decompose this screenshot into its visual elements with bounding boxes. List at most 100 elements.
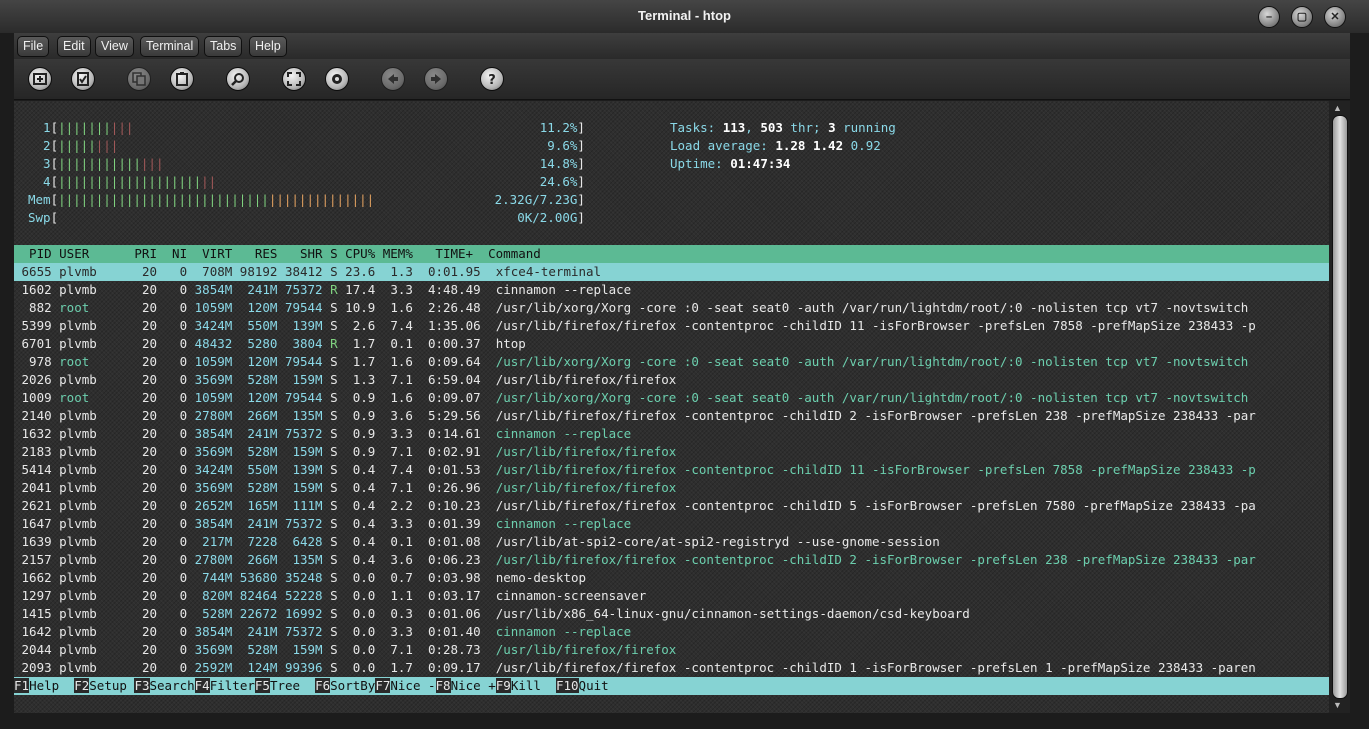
fkey-f2[interactable]: F2 <box>74 678 90 693</box>
process-row[interactable]: 2621 plvmb 20 0 2652M 165M 111M S 0.4 2.… <box>14 497 1329 515</box>
forward-icon[interactable] <box>424 67 448 91</box>
res-cell: 528M <box>239 480 285 495</box>
column-header[interactable]: PID USER PRI NI VIRT RES SHR S CPU% MEM%… <box>14 245 1329 263</box>
ni-cell: 0 <box>164 480 195 495</box>
window-titlebar: Terminal - htop – ▢ ✕ <box>0 0 1369 33</box>
search-icon[interactable] <box>226 67 250 91</box>
res-cell: 550M <box>239 318 285 333</box>
shr-cell: 79544 <box>284 300 331 315</box>
settings-icon[interactable] <box>325 67 349 91</box>
fkey-f6[interactable]: F6 <box>315 678 331 693</box>
virt-cell: 2780M <box>194 552 240 567</box>
mem-cell: 1.6 <box>382 300 421 315</box>
back-icon[interactable] <box>381 67 405 91</box>
res-cell: 241M <box>239 426 285 441</box>
process-row[interactable]: 1009 root 20 0 1059M 120M 79544 S 0.9 1.… <box>14 389 1329 407</box>
new-window-icon[interactable] <box>71 67 95 91</box>
menu-terminal[interactable]: Terminal <box>140 36 200 57</box>
pid-cell: 1647 <box>14 516 60 531</box>
virt-cell: 3854M <box>194 516 240 531</box>
state-cell: S <box>330 264 346 279</box>
pid-cell: 1297 <box>14 588 60 603</box>
scroll-up-icon[interactable]: ▲ <box>1333 103 1342 113</box>
process-row[interactable]: 2026 plvmb 20 0 3569M 528M 159M S 1.3 7.… <box>14 371 1329 389</box>
process-row[interactable]: 978 root 20 0 1059M 120M 79544 S 1.7 1.6… <box>14 353 1329 371</box>
fkey-label: SortBy <box>330 678 376 693</box>
process-row[interactable]: 2157 plvmb 20 0 2780M 266M 135M S 0.4 3.… <box>14 551 1329 569</box>
process-row[interactable]: 6701 plvmb 20 0 48432 5280 3804 R 1.7 0.… <box>14 335 1329 353</box>
process-row[interactable]: 1647 plvmb 20 0 3854M 241M 75372 S 0.4 3… <box>14 515 1329 533</box>
process-row[interactable]: 882 root 20 0 1059M 120M 79544 S 10.9 1.… <box>14 299 1329 317</box>
process-row[interactable]: 2044 plvmb 20 0 3569M 528M 159M S 0.0 7.… <box>14 641 1329 659</box>
fkey-f4[interactable]: F4 <box>194 678 210 693</box>
process-row[interactable]: 1415 plvmb 20 0 528M 22672 16992 S 0.0 0… <box>14 605 1329 623</box>
menu-help[interactable]: Help <box>249 36 287 57</box>
ni-cell: 0 <box>164 642 195 657</box>
process-row[interactable]: 1602 plvmb 20 0 3854M 241M 75372 R 17.4 … <box>14 281 1329 299</box>
fkey-f1[interactable]: F1 <box>14 678 30 693</box>
menu-view[interactable]: View <box>95 36 134 57</box>
state-cell: S <box>330 408 346 423</box>
meter-label: 1 <box>28 120 51 135</box>
fkey-f9[interactable]: F9 <box>495 678 511 693</box>
terminal-area[interactable]: 1[|||||||||| 11.2%] 2[|||||||| 9.6%] 3[|… <box>14 101 1329 713</box>
meter-bracket-close: ] <box>577 138 585 153</box>
command-cell: /usr/lib/firefox/firefox -contentproc -c… <box>495 408 1256 423</box>
process-row[interactable]: 2140 plvmb 20 0 2780M 266M 135M S 0.9 3.… <box>14 407 1329 425</box>
process-row[interactable]: 1639 plvmb 20 0 217M 7228 6428 S 0.4 0.1… <box>14 533 1329 551</box>
cpu-cell: 1.7 <box>345 336 383 351</box>
process-row[interactable]: 2093 plvmb 20 0 2592M 124M 99396 S 0.0 1… <box>14 659 1329 677</box>
scrollbar[interactable]: ▲ ▼ <box>1329 101 1350 713</box>
user-cell: plvmb <box>59 642 135 657</box>
minimize-button[interactable]: – <box>1258 6 1280 28</box>
fkey-f7[interactable]: F7 <box>375 678 391 693</box>
virt-cell: 3569M <box>194 642 240 657</box>
ni-cell: 0 <box>164 570 195 585</box>
res-cell: 528M <box>239 642 285 657</box>
new-tab-icon[interactable] <box>28 67 52 91</box>
user-cell: plvmb <box>59 318 135 333</box>
fkey-f3[interactable]: F3 <box>134 678 150 693</box>
shr-cell: 111M <box>284 498 331 513</box>
fkey-f10[interactable]: F10 <box>555 678 579 693</box>
close-button[interactable]: ✕ <box>1324 6 1346 28</box>
pri-cell: 20 <box>134 534 165 549</box>
process-row[interactable]: 1297 plvmb 20 0 820M 82464 52228 S 0.0 1… <box>14 587 1329 605</box>
process-row[interactable]: 2041 plvmb 20 0 3569M 528M 159M S 0.4 7.… <box>14 479 1329 497</box>
fullscreen-icon[interactable] <box>282 67 306 91</box>
menu-tabs[interactable]: Tabs <box>204 36 243 57</box>
process-row[interactable]: 5414 plvmb 20 0 3424M 550M 139M S 0.4 7.… <box>14 461 1329 479</box>
fkey-label: Filter <box>209 678 255 693</box>
cpu-cell: 0.9 <box>345 426 383 441</box>
virt-cell: 3569M <box>194 480 240 495</box>
menu-file[interactable]: File <box>17 36 50 57</box>
maximize-button[interactable]: ▢ <box>1291 6 1313 28</box>
meter-fill <box>374 192 494 207</box>
menu-edit[interactable]: Edit <box>57 36 91 57</box>
process-row[interactable]: 1662 plvmb 20 0 744M 53680 35248 S 0.0 0… <box>14 569 1329 587</box>
fkey-f5[interactable]: F5 <box>254 678 270 693</box>
process-row[interactable]: 5399 plvmb 20 0 3424M 550M 139M S 2.6 7.… <box>14 317 1329 335</box>
paste-icon[interactable] <box>170 67 194 91</box>
scrollbar-thumb[interactable] <box>1332 115 1348 699</box>
copy-icon[interactable] <box>127 67 151 91</box>
help-icon[interactable]: ? <box>480 67 504 91</box>
meter-bracket-close: ] <box>577 156 585 171</box>
res-cell: 98192 <box>239 264 285 279</box>
scroll-down-icon[interactable]: ▼ <box>1333 700 1342 710</box>
process-row[interactable]: 6655 plvmb 20 0 708M 98192 38412 S 23.6 … <box>14 263 1329 281</box>
shr-cell: 75372 <box>284 516 331 531</box>
pid-cell: 1639 <box>14 534 60 549</box>
command-cell: cinnamon --replace <box>495 516 632 531</box>
fkey-f8[interactable]: F8 <box>435 678 451 693</box>
pid-cell: 2093 <box>14 660 60 675</box>
pid-cell: 1009 <box>14 390 60 405</box>
process-row[interactable]: 1642 plvmb 20 0 3854M 241M 75372 S 0.0 3… <box>14 623 1329 641</box>
state-cell: S <box>330 354 346 369</box>
process-row[interactable]: 1632 plvmb 20 0 3854M 241M 75372 S 0.9 3… <box>14 425 1329 443</box>
res-cell: 7228 <box>239 534 285 549</box>
meter-bracket: [ <box>50 210 59 225</box>
state-cell: S <box>330 516 346 531</box>
virt-cell: 1059M <box>194 300 240 315</box>
process-row[interactable]: 2183 plvmb 20 0 3569M 528M 159M S 0.9 7.… <box>14 443 1329 461</box>
